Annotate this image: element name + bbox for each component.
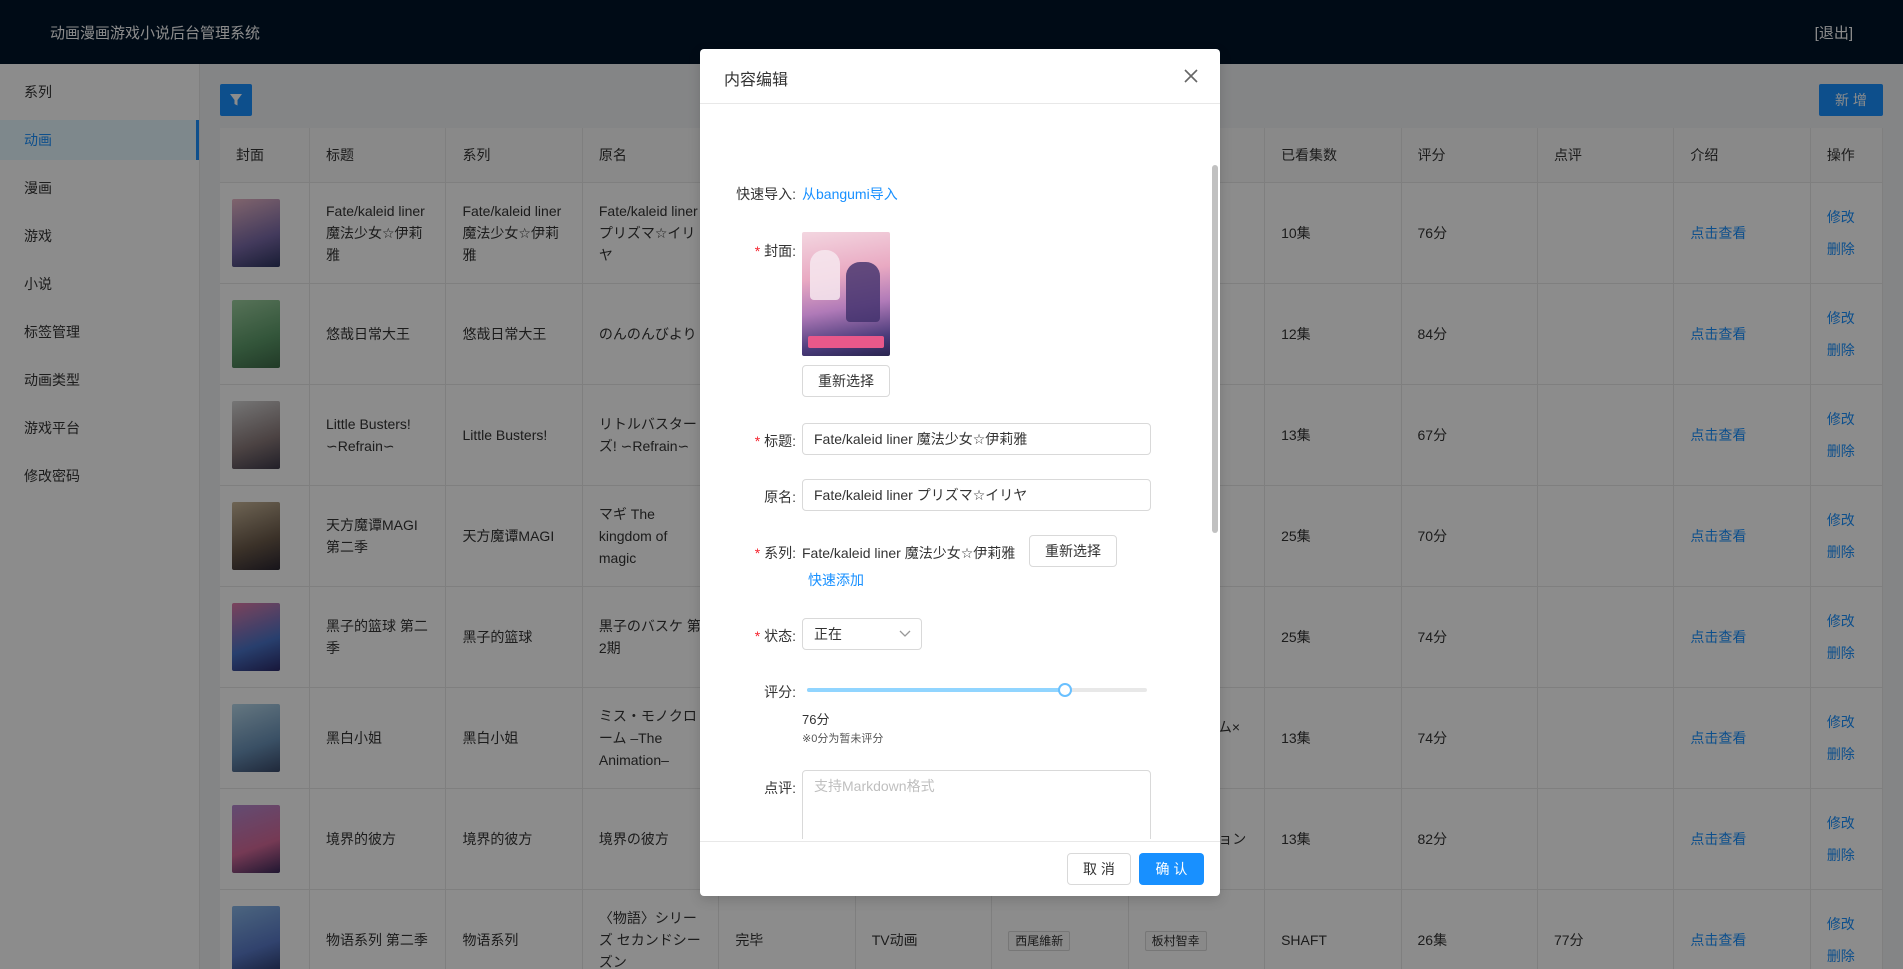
quick-add-link[interactable]: 快速添加 <box>808 570 864 590</box>
quick-import-label: 快速导入: <box>736 186 796 202</box>
review-textarea[interactable]: 支持Markdown格式 <box>802 770 1151 839</box>
original-name-label: 原名: <box>764 489 796 505</box>
original-name-input[interactable]: Fate/kaleid liner プリズマ☆イリヤ <box>802 479 1151 511</box>
cover-preview <box>802 232 890 356</box>
modal-footer: 取 消 确 认 <box>700 841 1220 896</box>
status-selected-value: 正在 <box>814 626 842 642</box>
modal-title: 内容编辑 <box>724 72 789 89</box>
edit-modal: 内容编辑 快速导入: 从bangumi导入 封面: 重新选择 标题: Fate/… <box>700 49 1220 896</box>
confirm-button[interactable]: 确 认 <box>1139 853 1204 885</box>
series-reselect-button[interactable]: 重新选择 <box>1029 535 1117 567</box>
title-input[interactable]: Fate/kaleid liner 魔法少女☆伊莉雅 <box>802 423 1151 455</box>
review-label: 点评: <box>764 780 796 796</box>
close-button[interactable] <box>1180 65 1202 87</box>
score-slider-fill <box>807 688 1066 692</box>
modal-body: 快速导入: 从bangumi导入 封面: 重新选择 标题: Fate/kalei… <box>700 105 1220 839</box>
score-value-text: 76分 <box>802 712 830 727</box>
cover-reselect-button[interactable]: 重新选择 <box>802 365 890 397</box>
chevron-down-icon <box>899 630 911 637</box>
modal-scrollbar[interactable] <box>1212 165 1218 533</box>
close-icon <box>1184 69 1198 83</box>
score-slider-track[interactable] <box>807 683 1147 697</box>
status-select[interactable]: 正在 <box>802 618 922 650</box>
bangumi-import-link[interactable]: 从bangumi导入 <box>802 184 898 204</box>
cover-label: 封面: <box>700 241 796 261</box>
modal-header: 内容编辑 <box>700 49 1220 104</box>
score-slider-handle[interactable] <box>1058 683 1073 697</box>
score-note: ※0分为暂未评分 <box>802 733 884 745</box>
status-label: 状态: <box>700 626 796 646</box>
series-label: 系列: <box>700 543 796 563</box>
cancel-button[interactable]: 取 消 <box>1067 853 1131 885</box>
score-label: 评分: <box>764 684 796 700</box>
series-value: Fate/kaleid liner 魔法少女☆伊莉雅 <box>802 545 1016 561</box>
title-label: 标题: <box>700 431 796 451</box>
